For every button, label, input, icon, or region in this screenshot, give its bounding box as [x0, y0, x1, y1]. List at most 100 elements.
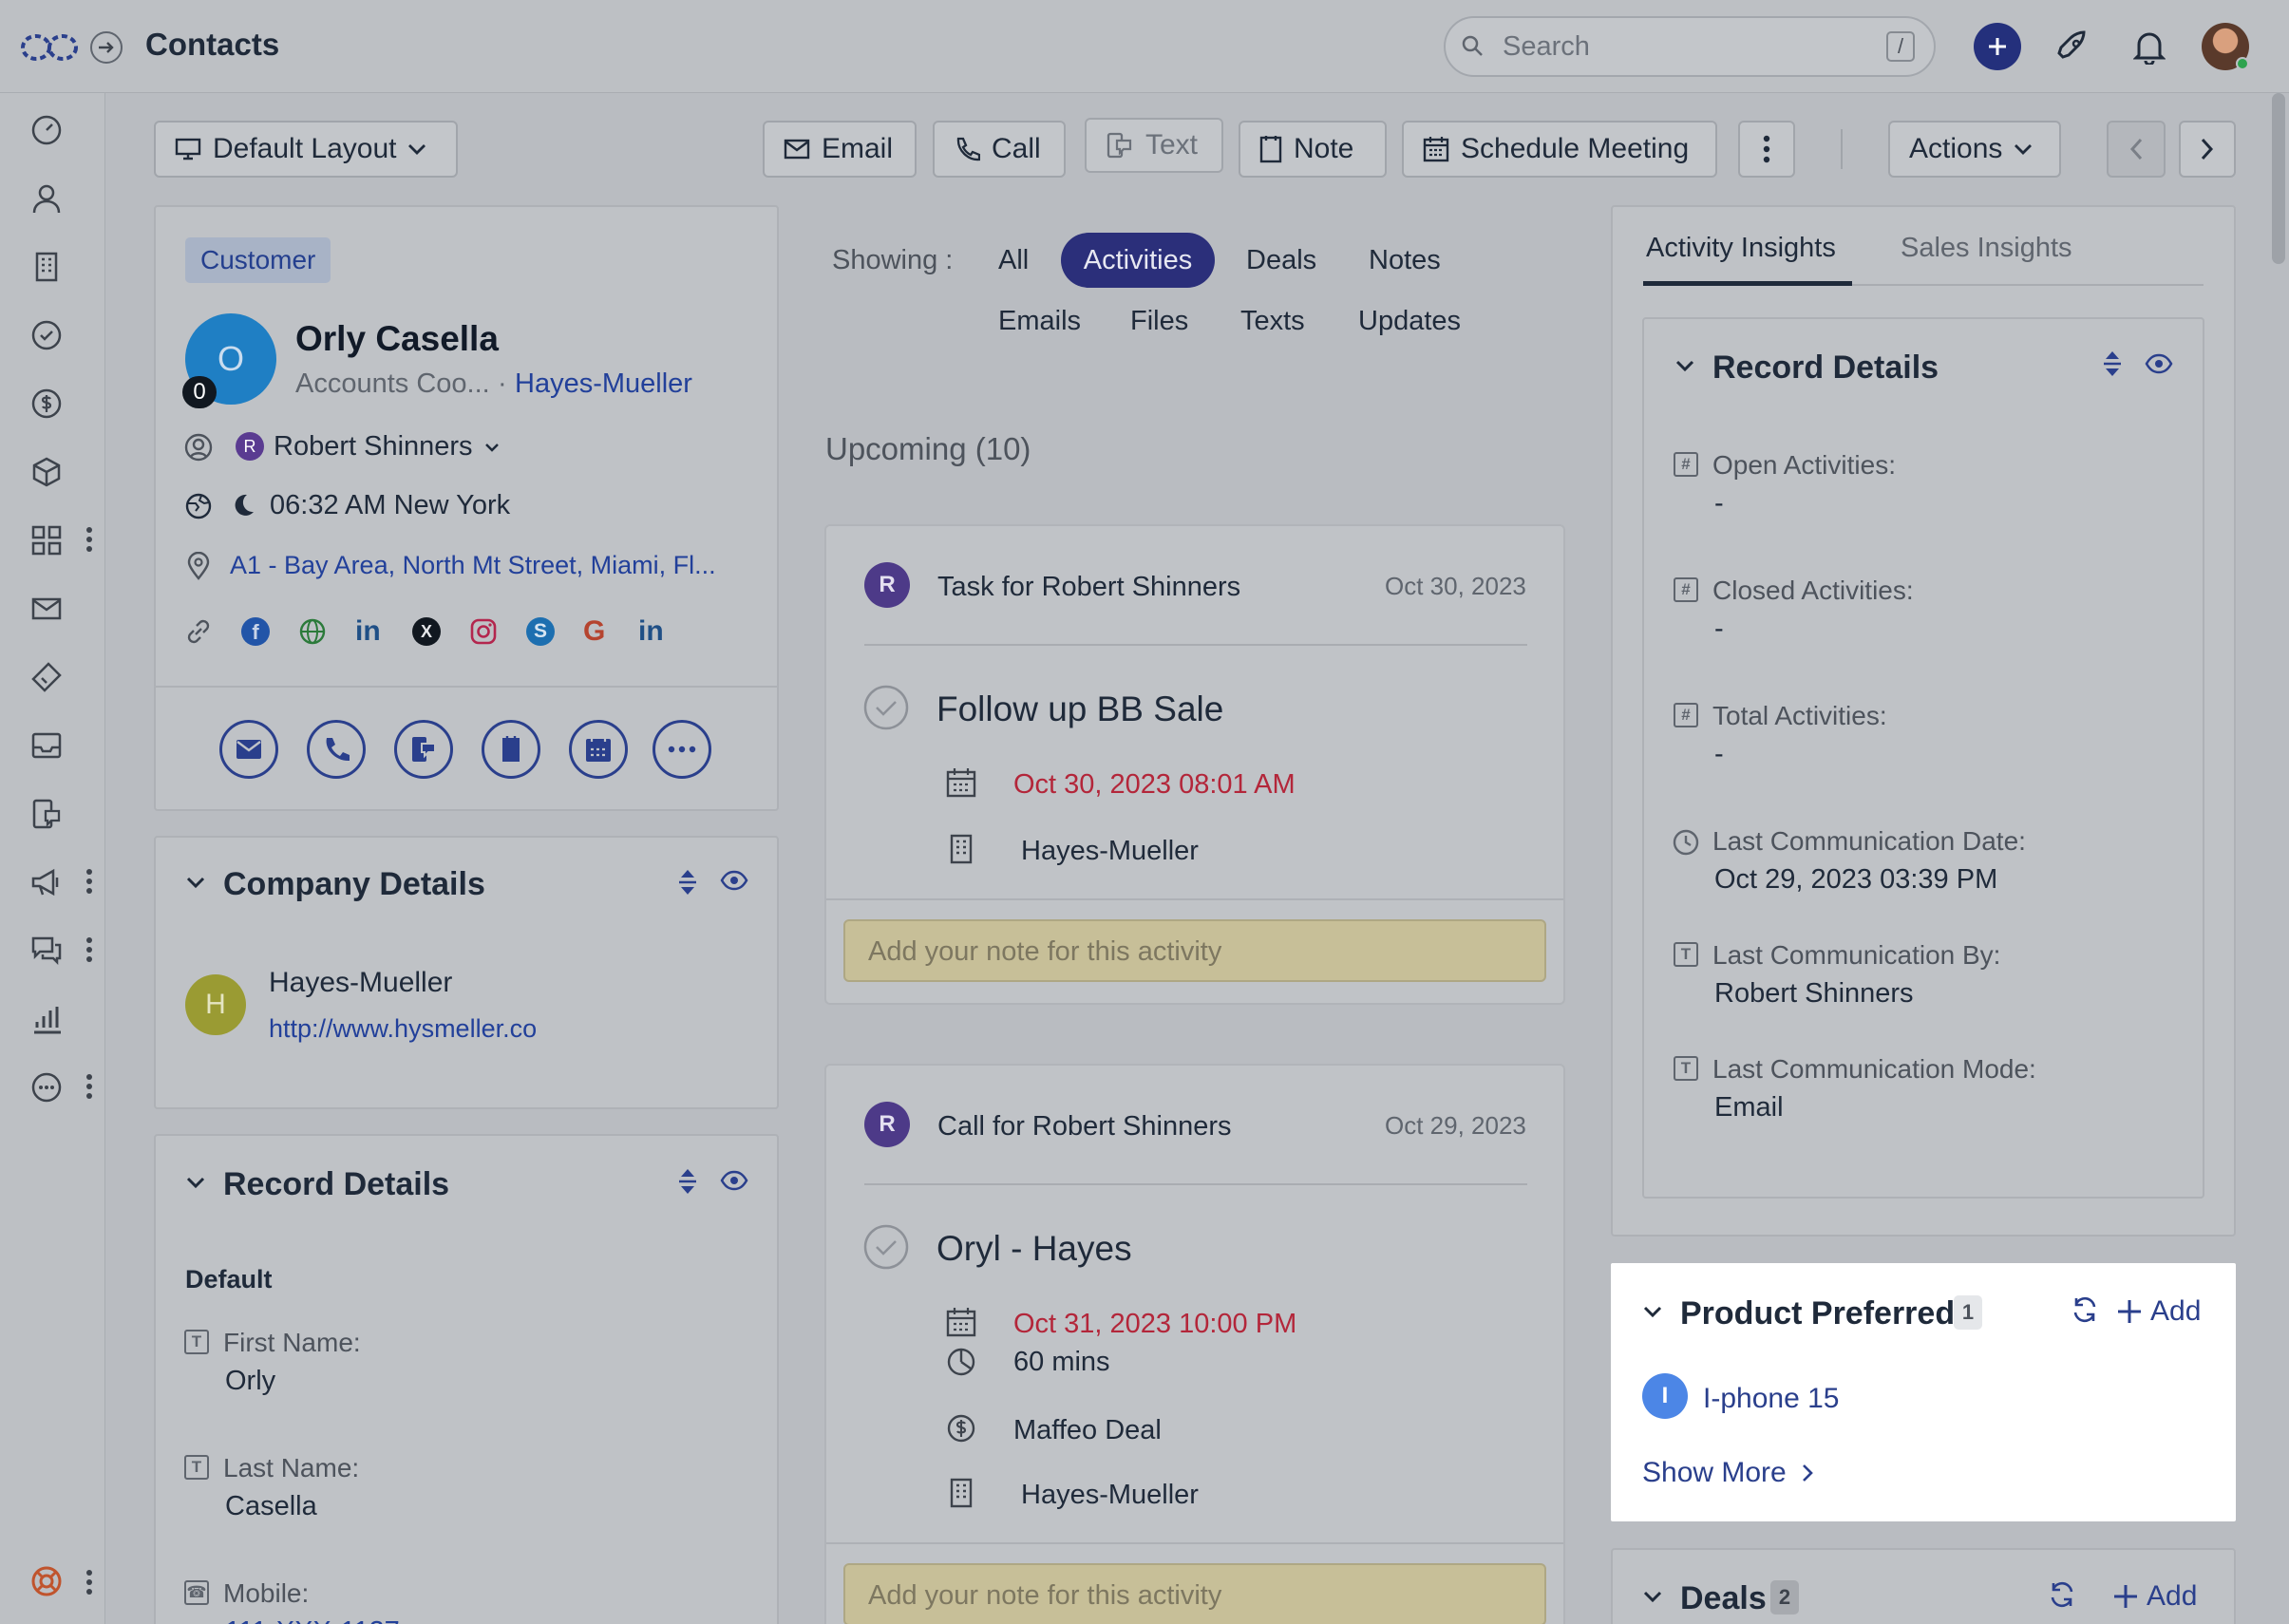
sidebar-item-deals[interactable]: [30, 387, 63, 420]
quick-text-button[interactable]: [394, 720, 453, 779]
product-item-link[interactable]: I-phone 15: [1703, 1383, 1839, 1415]
company-details-title: Company Details: [223, 866, 485, 902]
visibility-eye-icon[interactable]: [720, 870, 748, 891]
next-record-button[interactable]: [2179, 121, 2236, 178]
grid-icon: [31, 525, 62, 556]
sidebar-item-tickets[interactable]: [30, 661, 63, 693]
activity-note-input[interactable]: Add your note for this activity: [843, 919, 1546, 982]
quick-note-button[interactable]: [482, 720, 540, 779]
bell-icon[interactable]: [2133, 28, 2166, 65]
sidebar-item-more[interactable]: [30, 1071, 63, 1104]
mobile-value[interactable]: 111-XXX-1127: [225, 1616, 400, 1624]
collapse-chevron-icon[interactable]: [1643, 1590, 1662, 1603]
filter-deals[interactable]: Deals: [1246, 245, 1316, 276]
add-deal-button[interactable]: Add: [2112, 1580, 2197, 1613]
more-dots-icon[interactable]: [85, 868, 93, 895]
collapse-chevron-icon[interactable]: [1643, 1305, 1662, 1318]
rocket-icon[interactable]: [2055, 28, 2091, 65]
help-lifebuoy-icon[interactable]: [30, 1565, 63, 1597]
text-button[interactable]: Text: [1085, 118, 1223, 173]
company-website-link[interactable]: http://www.hysmeller.co: [269, 1014, 537, 1044]
more-dots-icon[interactable]: [85, 1569, 93, 1596]
note-button[interactable]: Note: [1239, 121, 1387, 178]
text-label: Text: [1145, 129, 1199, 161]
tab-activity-insights[interactable]: Activity Insights: [1646, 233, 1836, 264]
sidebar-item-products[interactable]: [30, 456, 63, 488]
contact-company-link[interactable]: Hayes-Mueller: [515, 368, 692, 400]
filter-texts[interactable]: Texts: [1240, 306, 1305, 337]
quick-email-button[interactable]: [219, 720, 278, 779]
complete-check-icon[interactable]: [862, 684, 910, 731]
sidebar-item-campaigns[interactable]: [30, 866, 63, 898]
call-button[interactable]: Call: [933, 121, 1066, 178]
filter-all[interactable]: All: [998, 245, 1029, 276]
email-button[interactable]: Email: [763, 121, 917, 178]
more-dots-icon[interactable]: [85, 526, 93, 553]
linkedin-icon[interactable]: in: [355, 615, 381, 648]
more-dots-icon[interactable]: [85, 1073, 93, 1100]
link-icon[interactable]: [184, 617, 213, 646]
activity-header[interactable]: Task for Robert Shinners: [937, 572, 1240, 603]
first-name-value[interactable]: Orly: [225, 1366, 275, 1397]
quick-call-button[interactable]: [307, 720, 366, 779]
show-more-link[interactable]: Show More: [1642, 1457, 1813, 1489]
page-scrollbar[interactable]: [2272, 93, 2285, 264]
activity-header[interactable]: Call for Robert Shinners: [937, 1111, 1232, 1142]
sidebar-item-dashboard[interactable]: [30, 114, 63, 146]
contact-address[interactable]: A1 - Bay Area, North Mt Street, Miami, F…: [230, 551, 716, 580]
add-product-button[interactable]: Add: [2116, 1295, 2201, 1328]
user-avatar[interactable]: [2202, 23, 2249, 70]
x-twitter-icon[interactable]: X: [412, 617, 441, 646]
sidebar-item-apps[interactable]: [30, 524, 63, 557]
quick-meeting-button[interactable]: [569, 720, 628, 779]
complete-check-icon[interactable]: [862, 1223, 910, 1271]
skype-icon[interactable]: S: [526, 617, 555, 646]
reorder-icon[interactable]: [2101, 349, 2124, 378]
schedule-meeting-button[interactable]: Schedule Meeting: [1402, 121, 1717, 178]
sidebar-item-email[interactable]: [30, 593, 63, 625]
activity-note-input[interactable]: Add your note for this activity: [843, 1563, 1546, 1624]
instagram-icon[interactable]: [469, 617, 498, 646]
actions-dropdown[interactable]: Actions: [1888, 121, 2061, 178]
visibility-eye-icon[interactable]: [2145, 353, 2173, 374]
sidebar-item-chat[interactable]: [30, 935, 63, 967]
collapse-chevron-icon[interactable]: [186, 876, 205, 889]
create-button[interactable]: [1974, 23, 2021, 70]
quick-more-button[interactable]: [653, 720, 711, 779]
reorder-icon[interactable]: [676, 868, 699, 897]
refresh-icon[interactable]: [2048, 1580, 2076, 1609]
filter-notes[interactable]: Notes: [1369, 245, 1441, 276]
visibility-eye-icon[interactable]: [720, 1170, 748, 1191]
sidebar-item-companies[interactable]: [30, 251, 63, 283]
collapse-chevron-icon[interactable]: [1675, 359, 1694, 372]
filter-activities[interactable]: Activities: [1061, 233, 1215, 288]
filter-emails[interactable]: Emails: [998, 306, 1081, 337]
activity-deal[interactable]: Maffeo Deal: [1013, 1415, 1162, 1446]
sidebar-item-contacts[interactable]: [30, 182, 63, 215]
google-icon[interactable]: G: [583, 615, 605, 648]
tab-sales-insights[interactable]: Sales Insights: [1901, 233, 2072, 264]
more-actions-button[interactable]: [1738, 121, 1795, 178]
previous-record-button[interactable]: [2107, 121, 2166, 178]
last-name-value[interactable]: Casella: [225, 1491, 317, 1522]
layout-dropdown[interactable]: Default Layout: [154, 121, 458, 178]
reorder-icon[interactable]: [676, 1167, 699, 1196]
sidebar-item-reports[interactable]: [30, 1003, 63, 1035]
facebook-icon[interactable]: f: [241, 617, 270, 646]
more-dots-icon[interactable]: [85, 936, 93, 963]
app-logo[interactable]: [19, 31, 80, 64]
filter-files[interactable]: Files: [1130, 306, 1188, 337]
sidebar-item-sms[interactable]: [30, 798, 63, 830]
activity-title[interactable]: Follow up BB Sale: [936, 689, 1223, 729]
sidebar-item-inbox[interactable]: [30, 729, 63, 762]
owner-dropdown[interactable]: Robert Shinners: [274, 431, 500, 463]
linkedin-sales-icon[interactable]: in: [638, 615, 664, 648]
collapse-chevron-icon[interactable]: [186, 1176, 205, 1189]
sidebar-item-tasks[interactable]: [30, 319, 63, 351]
filter-updates[interactable]: Updates: [1358, 306, 1461, 337]
activity-title[interactable]: Oryl - Hayes: [936, 1229, 1132, 1269]
refresh-icon[interactable]: [2071, 1295, 2099, 1324]
website-globe-icon[interactable]: [298, 617, 327, 646]
expand-sidebar-icon[interactable]: [90, 31, 123, 64]
add-deal-label: Add: [2147, 1580, 2198, 1612]
